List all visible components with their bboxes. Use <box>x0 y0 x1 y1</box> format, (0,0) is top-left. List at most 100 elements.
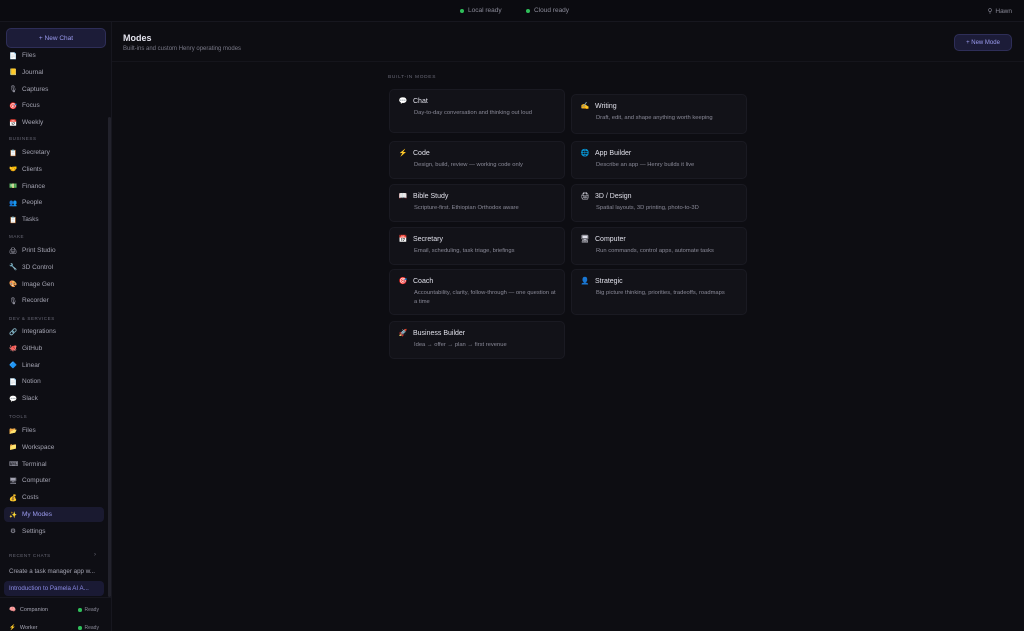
header-divider <box>112 61 1024 62</box>
mode-card-description: Draft, edit, and shape anything worth ke… <box>596 115 713 121</box>
sidebar-item-people[interactable]: 👥 People <box>4 195 104 210</box>
sidebar-item-label: Notion <box>22 378 41 386</box>
builtin-modes-label: BUILT-IN MODES <box>388 75 437 80</box>
mode-card-bible-study[interactable]: 📖 Bible Study Scripture-first. Ethiopian O… <box>389 184 565 222</box>
lightning-icon: ⚡ <box>398 150 408 157</box>
sidebar-item-label: Costs <box>22 494 39 502</box>
sidebar-item-workspace[interactable]: 📁 Workspace <box>4 440 104 455</box>
sidebar-item-computer[interactable]: 🖥 Computer <box>4 473 104 488</box>
status-dot-icon <box>78 608 82 612</box>
mode-card-strategic[interactable]: 👤 Strategic Big picture thinking, prioriti… <box>571 269 747 315</box>
sidebar-item-print-studio[interactable]: 🖨 Print Studio <box>4 243 104 258</box>
mode-card-title-text: Business Builder <box>413 329 466 337</box>
mode-card-description: Design, build, review — working code onl… <box>414 162 523 168</box>
mode-card-3d-design[interactable]: 🖨 3D / Design Spatial layouts, 3D printing… <box>571 184 747 222</box>
pen-icon: ✍ <box>580 103 590 110</box>
mode-card-title: 🌐 App Builder <box>580 149 632 158</box>
mode-card-title: 👤 Strategic <box>580 277 623 286</box>
mode-card-title-text: App Builder <box>595 149 632 157</box>
sidebar-item-focus[interactable]: 🎯 Focus <box>4 98 104 113</box>
sidebar-item-terminal[interactable]: ⌨ Terminal <box>4 457 104 472</box>
sidebar-item-captures[interactable]: 🎙 Captures <box>4 82 104 97</box>
sidebar-item-label: Image Gen <box>22 280 55 288</box>
mode-card-description: Describe an app — Henry builds it live <box>596 162 695 168</box>
recent-chat-item[interactable]: Create a task manager app w... <box>4 564 104 579</box>
sidebar-item-tasks[interactable]: 📋 Tasks <box>4 212 104 227</box>
new-chat-button[interactable]: + New Chat <box>6 28 106 48</box>
sidebar-item-secretary[interactable]: 📋 Secretary <box>4 145 104 160</box>
sidebar-section-label: BUSINESS <box>9 136 37 141</box>
sidebar-item-label: Clients <box>22 165 42 173</box>
new-mode-button[interactable]: + New Mode <box>954 34 1012 51</box>
mode-card-title-text: Coach <box>413 277 434 285</box>
mode-card-app-builder[interactable]: 🌐 App Builder Describe an app — Henry buil… <box>571 141 747 179</box>
user-icon: ⚲ <box>987 8 993 15</box>
sparkles-icon: ✨ <box>9 511 18 519</box>
focus-icon: 🎯 <box>9 102 18 110</box>
sidebar-item-files[interactable]: 📄 Files <box>4 48 104 63</box>
mode-card-business-builder[interactable]: 🚀 Business Builder Idea → offer → plan → f… <box>389 321 565 359</box>
sidebar-item-label: Captures <box>22 85 49 93</box>
notion-icon: 📄 <box>9 378 18 386</box>
mode-card-coach[interactable]: 🎯 Coach Accountability, clarity, follow-th… <box>389 269 565 315</box>
mode-card-description: Accountability, clarity, follow-through … <box>414 290 556 305</box>
sidebar-item-label: Finance <box>22 182 46 190</box>
book-icon: 📖 <box>398 193 408 200</box>
mode-card-title-text: 3D / Design <box>595 192 632 200</box>
sidebar-item-notion[interactable]: 📄 Notion <box>4 374 104 389</box>
sidebar-item-slack[interactable]: 💬 Slack <box>4 391 104 406</box>
status-dot-icon <box>526 8 530 13</box>
sidebar-item-linear[interactable]: 🔷 Linear <box>4 358 104 373</box>
mode-card-computer[interactable]: 🖥 Computer Run commands, control apps, aut… <box>571 227 747 265</box>
mode-card-description: Email, scheduling, task triage, briefing… <box>414 248 515 254</box>
person-icon: 👤 <box>580 278 590 285</box>
sidebar-item-my-modes[interactable]: ✨ My Modes <box>4 507 104 522</box>
agent-name: Companion <box>19 607 48 613</box>
agent-status-label: Ready <box>84 625 99 631</box>
github-icon: 🐙 <box>9 345 18 353</box>
cloud-status-label: Cloud ready <box>534 7 570 14</box>
agent-status: Ready <box>78 607 99 613</box>
recent-chat-item[interactable]: Introduction to Pamela AI A... <box>4 581 104 596</box>
mode-card-description: Scripture-first. Ethiopian Orthodox awar… <box>414 205 519 211</box>
rocket-icon: 🚀 <box>398 330 408 337</box>
user-menu[interactable]: ⚲ Hawn <box>987 7 1012 16</box>
sidebar-item-label: Files <box>22 52 36 59</box>
sidebar-item-settings[interactable]: ⚙ Settings <box>4 524 104 539</box>
mode-card-writing[interactable]: ✍ Writing Draft, edit, and shape anything … <box>571 94 747 134</box>
mode-card-title: 🖨 3D / Design <box>580 192 632 201</box>
sidebar-item-files[interactable]: 📂 Files <box>4 423 104 438</box>
mode-card-code[interactable]: ⚡ Code Design, build, review — working cod… <box>389 141 565 179</box>
globe-icon: 🌐 <box>580 150 590 157</box>
file-icon: 📄 <box>9 52 18 60</box>
sidebar-item-3d-control[interactable]: 🔧 3D Control <box>4 260 104 275</box>
sidebar-item-label: Recorder <box>22 297 49 305</box>
sidebar-scrollbar[interactable] <box>108 117 111 597</box>
sidebar-item-recorder[interactable]: 🎙 Recorder <box>4 293 104 308</box>
sidebar-item-weekly[interactable]: 📅 Weekly <box>4 115 104 130</box>
wrench-icon: 🔧 <box>9 264 18 272</box>
mode-card-title-text: Chat <box>413 97 428 105</box>
sidebar: + New Chat RECENT CHATS › 📄 Files 📒 Journal… <box>0 22 112 631</box>
mode-card-title-text: Bible Study <box>413 192 449 200</box>
sidebar-item-clients[interactable]: 🤝 Clients <box>4 162 104 177</box>
status-dot-icon <box>78 626 82 630</box>
sidebar-item-integrations[interactable]: 🔗 Integrations <box>4 324 104 339</box>
sidebar-item-finance[interactable]: 💵 Finance <box>4 179 104 194</box>
chevron-right-icon[interactable]: › <box>94 552 96 558</box>
sidebar-item-journal[interactable]: 📒 Journal <box>4 65 104 80</box>
sidebar-item-label: Secretary <box>22 149 50 156</box>
mode-card-chat[interactable]: 💬 Chat Day-to-day conversation and thinkin… <box>389 89 565 133</box>
agent-name: Worker <box>19 625 38 631</box>
sidebar-item-label: Integrations <box>22 328 56 335</box>
speech-bubble-icon: 💬 <box>398 98 408 105</box>
mode-card-secretary[interactable]: 📅 Secretary Email, scheduling, task triage… <box>389 227 565 265</box>
sidebar-item-label: Settings <box>22 527 46 535</box>
costs-icon: 💰 <box>9 494 18 502</box>
sidebar-item-github[interactable]: 🐙 GitHub <box>4 341 104 356</box>
top-status-bar: Local ready Cloud ready ⚲ Hawn <box>0 0 1024 22</box>
sidebar-item-costs[interactable]: 💰 Costs <box>4 490 104 505</box>
sidebar-item-image-gen[interactable]: 🎨 Image Gen <box>4 277 104 292</box>
sidebar-item-label: Linear <box>22 361 41 369</box>
sidebar-section-label: DEV & SERVICES <box>9 316 55 321</box>
